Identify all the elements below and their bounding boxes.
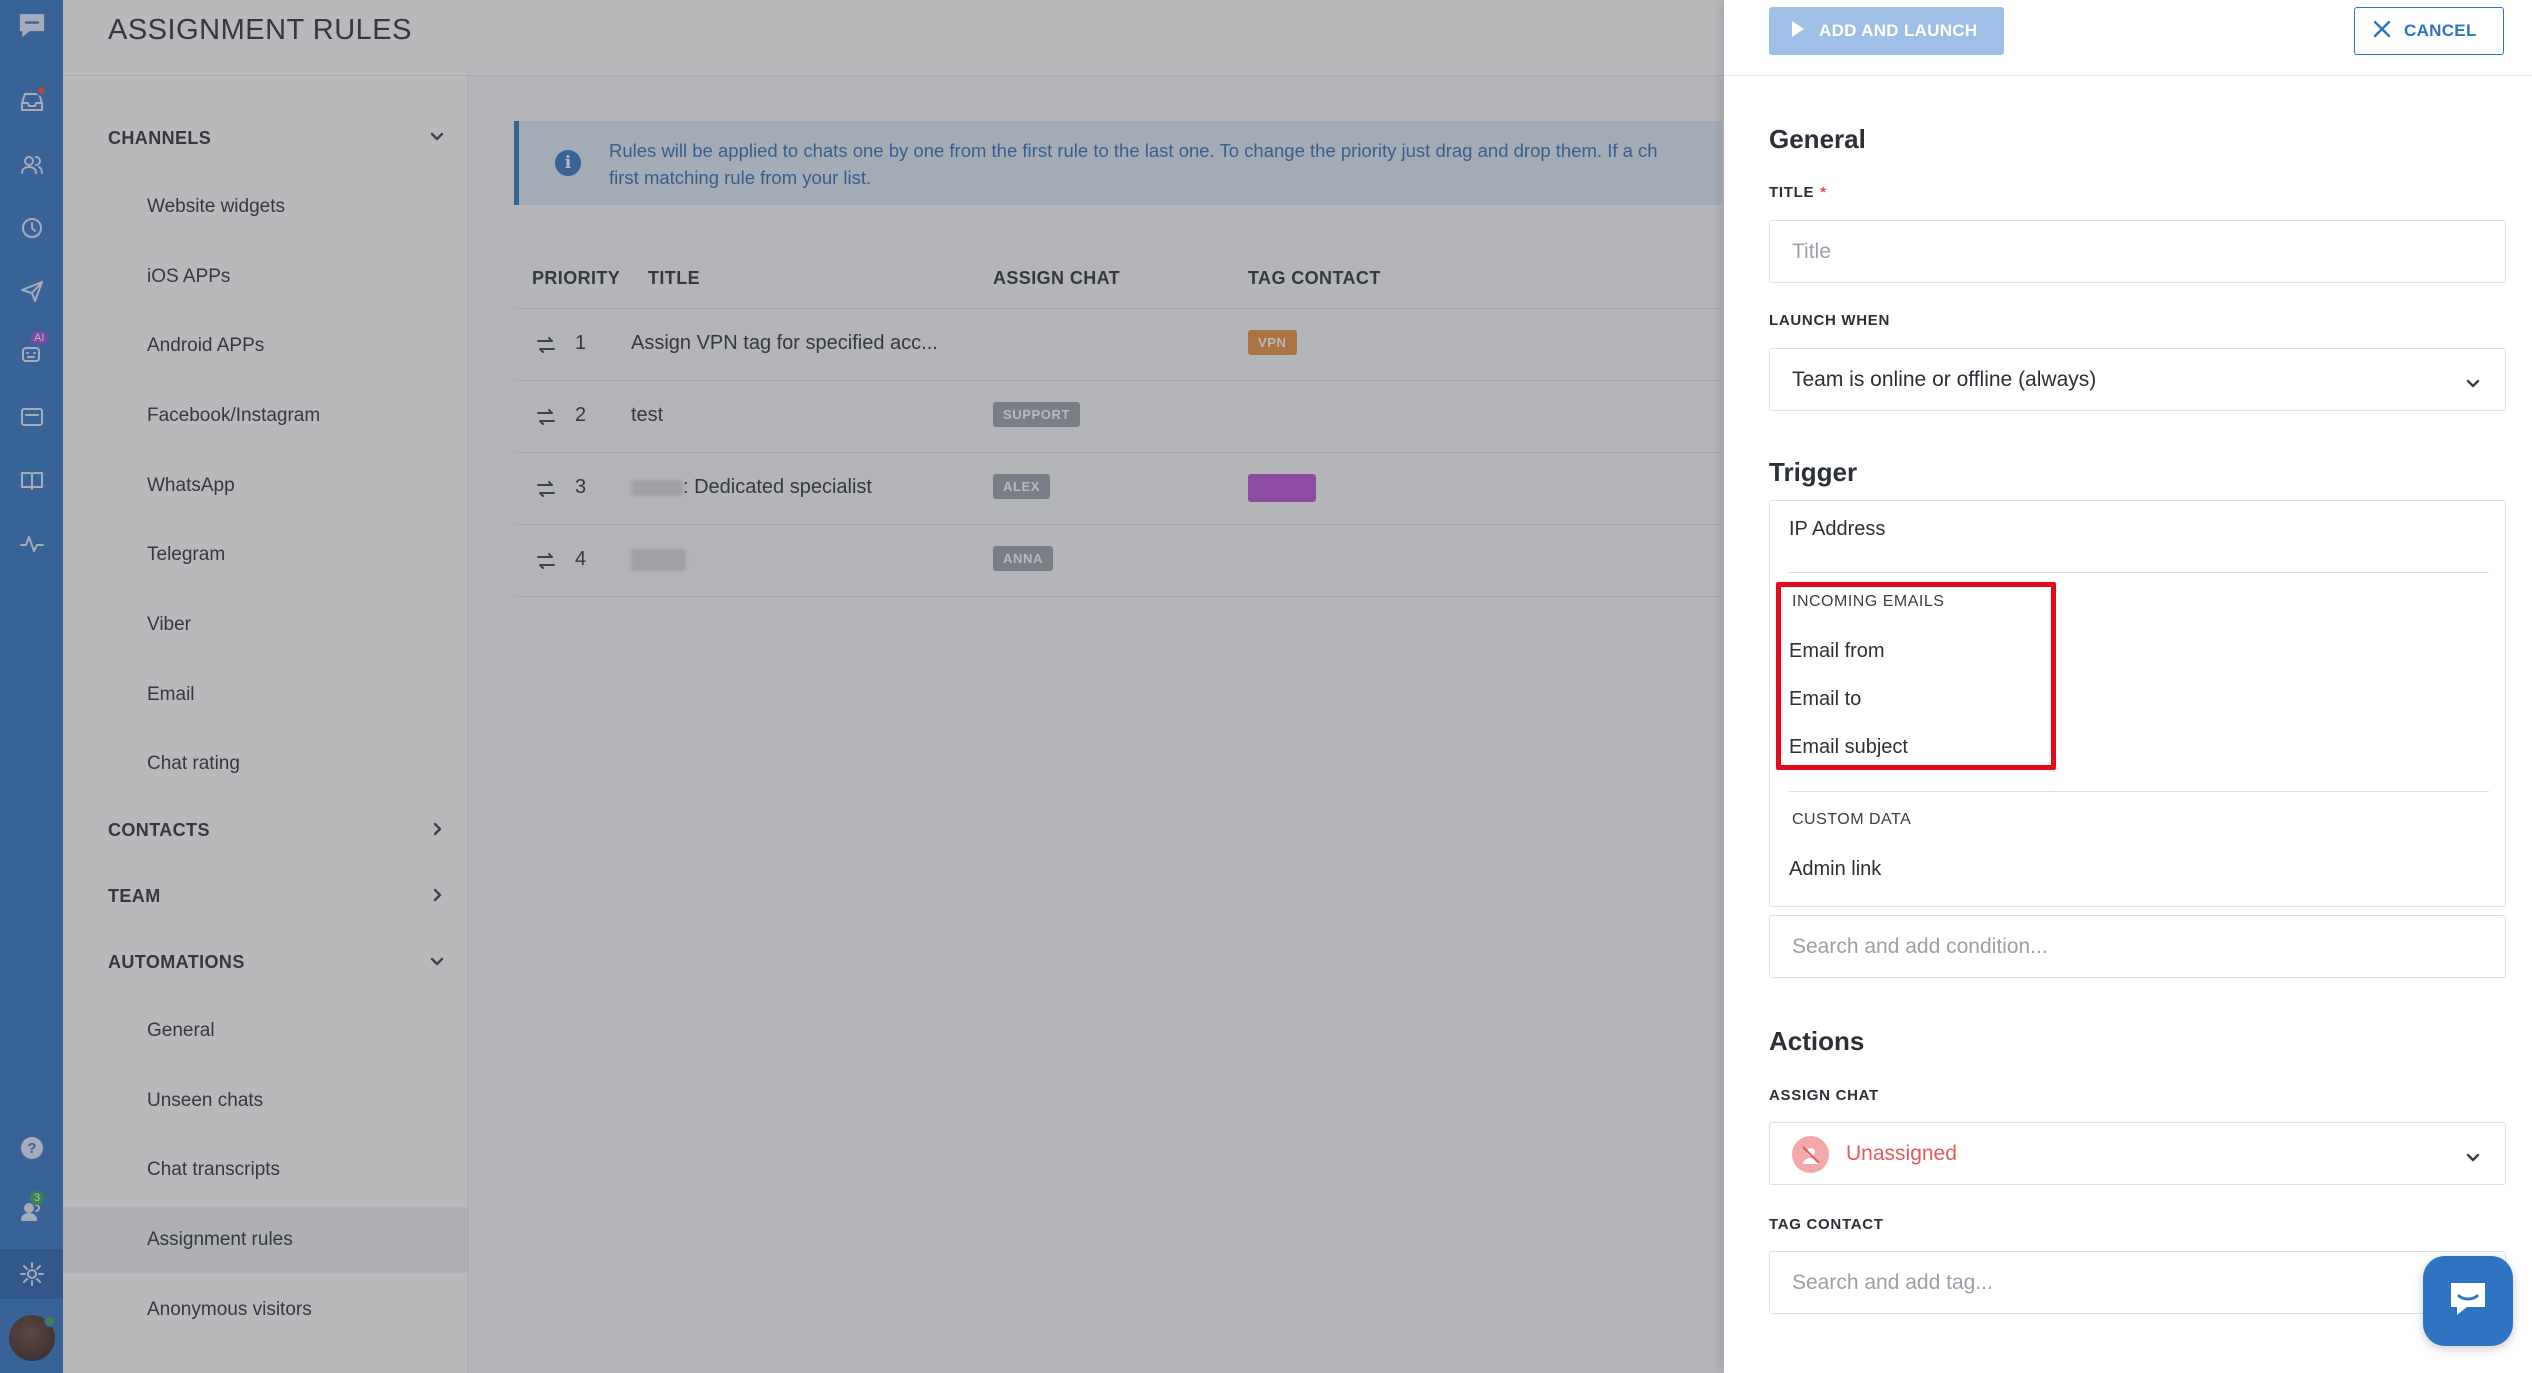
unassigned-avatar-icon	[1792, 1136, 1829, 1173]
tag-search-input[interactable]: Search and add tag...	[1769, 1251, 2506, 1314]
section-general-heading: General	[1769, 124, 1866, 154]
launch-when-select[interactable]: Team is online or offline (always)	[1769, 348, 2506, 411]
chat-bubble-icon	[2445, 1277, 2491, 1325]
option-divider	[1789, 791, 2489, 792]
group-custom-data: CUSTOM DATA	[1792, 811, 1912, 828]
title-label: TITLE *	[1769, 184, 1827, 201]
option-divider	[1789, 572, 2489, 573]
play-icon	[1791, 20, 1805, 43]
assign-chat-select[interactable]: Unassigned	[1769, 1122, 2506, 1185]
chevron-down-icon	[2465, 373, 2481, 389]
modal-backdrop[interactable]	[0, 0, 1724, 1373]
option-ip-address[interactable]: IP Address	[1789, 518, 1885, 541]
cancel-button[interactable]: CANCEL	[2354, 7, 2504, 55]
assign-chat-label: ASSIGN CHAT	[1769, 1087, 1879, 1104]
chat-widget-button[interactable]	[2423, 1256, 2513, 1346]
add-and-launch-button[interactable]: ADD AND LAUNCH	[1769, 7, 2004, 55]
close-icon	[2372, 19, 2392, 44]
title-input[interactable]: Title	[1769, 220, 2506, 283]
tag-contact-label: TAG CONTACT	[1769, 1216, 1884, 1233]
panel-toolbar: ADD AND LAUNCH CANCEL	[1724, 0, 2532, 76]
condition-search-input[interactable]: Search and add condition...	[1769, 915, 2506, 978]
launch-when-label: LAUNCH WHEN	[1769, 312, 1891, 329]
highlight-box	[1776, 582, 2056, 770]
section-actions-heading: Actions	[1769, 1026, 1865, 1056]
option-admin-link[interactable]: Admin link	[1789, 858, 1881, 881]
section-trigger-heading: Trigger	[1769, 457, 1858, 487]
chevron-down-icon	[2465, 1147, 2481, 1163]
